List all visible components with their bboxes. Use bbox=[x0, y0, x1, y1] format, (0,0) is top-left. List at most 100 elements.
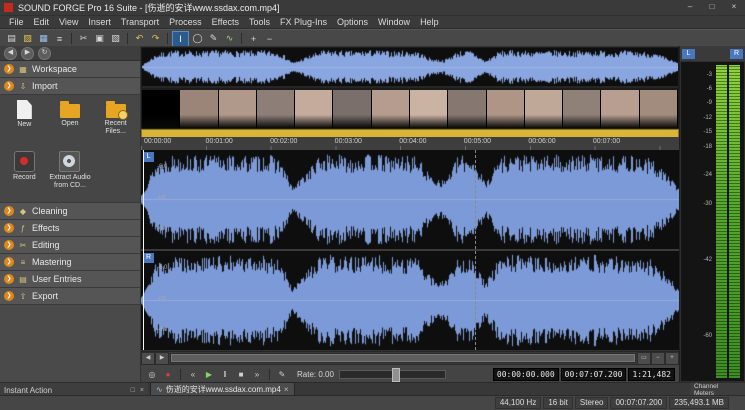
new-file-icon[interactable]: ▤ bbox=[4, 32, 19, 46]
rate-slider[interactable] bbox=[339, 370, 446, 379]
pencil-edit-button[interactable]: ✎ bbox=[275, 368, 289, 381]
video-frame bbox=[563, 90, 601, 128]
length-display: 1:21,482 bbox=[628, 368, 675, 381]
envelope-tool-icon[interactable]: ∿ bbox=[222, 32, 237, 46]
overview-waveform[interactable] bbox=[142, 48, 678, 86]
db-scale-label: -24 bbox=[703, 172, 712, 178]
sidebar-item-user-entries[interactable]: ❯ ▤ User Entries bbox=[0, 271, 140, 288]
import-open-button[interactable]: Open bbox=[48, 98, 93, 148]
play-button[interactable]: ▶ bbox=[202, 368, 216, 381]
channel-meters-panel: L R -3 -6 -9 -12 -15 -18 -24 -30 -42 -60 bbox=[679, 46, 745, 382]
menu-transport[interactable]: Transport bbox=[116, 17, 164, 27]
redo-icon[interactable]: ↷ bbox=[148, 32, 163, 46]
toolbar-separator bbox=[71, 33, 72, 44]
import-recent-files-button[interactable]: Recent Files... bbox=[93, 98, 138, 148]
stop-button[interactable]: ■ bbox=[234, 368, 248, 381]
zoom-out-icon[interactable]: − bbox=[262, 32, 277, 46]
menu-insert[interactable]: Insert bbox=[83, 17, 116, 27]
scroll-left-icon[interactable]: ◀ bbox=[141, 352, 155, 365]
maximize-button[interactable]: □ bbox=[701, 0, 723, 15]
forward-icon[interactable]: ▶ bbox=[21, 47, 34, 60]
zoom-out-time-icon[interactable]: − bbox=[651, 352, 665, 365]
import-extract-cd-button[interactable]: Extract Audio from CD... bbox=[48, 149, 93, 199]
refresh-icon[interactable]: ↻ bbox=[38, 47, 51, 60]
scroll-right-icon[interactable]: ▶ bbox=[155, 352, 169, 365]
ruler-tick: 00:00:00 bbox=[144, 138, 171, 145]
meter-bar-right bbox=[729, 65, 740, 378]
playback-cursor bbox=[143, 150, 144, 350]
menu-options[interactable]: Options bbox=[332, 17, 373, 27]
close-icon[interactable]: × bbox=[140, 387, 144, 394]
meter-right-badge[interactable]: R bbox=[730, 49, 743, 59]
channel-left[interactable]: L -6.0 -inf. -6.0 bbox=[141, 150, 679, 249]
cut-icon[interactable]: ✂ bbox=[76, 32, 91, 46]
db-label: -inf. bbox=[157, 296, 167, 302]
magnify-tool-icon[interactable]: ◯ bbox=[190, 32, 205, 46]
menu-help[interactable]: Help bbox=[415, 17, 444, 27]
overview-strip[interactable] bbox=[141, 47, 679, 89]
sidebar-item-effects[interactable]: ❯ ƒ Effects bbox=[0, 220, 140, 237]
close-button[interactable]: × bbox=[723, 0, 745, 15]
menu-tools[interactable]: Tools bbox=[244, 17, 275, 27]
waveform-right[interactable] bbox=[141, 251, 679, 350]
zoom-in-icon[interactable]: + bbox=[246, 32, 261, 46]
save-icon[interactable]: ▦ bbox=[36, 32, 51, 46]
db-scale-label: -12 bbox=[703, 115, 712, 121]
db-scale-label: -15 bbox=[703, 129, 712, 135]
effects-icon: ƒ bbox=[18, 224, 28, 233]
marker-line bbox=[475, 150, 476, 350]
document-tab[interactable]: ∿ 伤逝的安详www.ssdax.com.mp4 × bbox=[150, 382, 295, 396]
properties-icon[interactable]: ≡ bbox=[52, 32, 67, 46]
undo-icon[interactable]: ↶ bbox=[132, 32, 147, 46]
edit-tool-icon[interactable]: I bbox=[172, 31, 189, 47]
waveform-editor[interactable]: L -6.0 -inf. -6.0 R -6.0 -inf. -6.0 bbox=[141, 150, 679, 350]
rate-slider-thumb[interactable] bbox=[392, 368, 400, 382]
sidebar-item-import[interactable]: ❯ ⇩ Import bbox=[0, 78, 140, 95]
copy-icon[interactable]: ▣ bbox=[92, 32, 107, 46]
menu-edit[interactable]: Edit bbox=[29, 17, 55, 27]
video-frame bbox=[410, 90, 448, 128]
sidebar-item-workspace[interactable]: ❯ ▦ Workspace bbox=[0, 61, 140, 78]
tab-close-icon[interactable]: × bbox=[284, 385, 289, 394]
left-channel-badge[interactable]: L bbox=[143, 152, 154, 162]
menu-process[interactable]: Process bbox=[164, 17, 207, 27]
record-arm-button[interactable]: ◎ bbox=[145, 368, 159, 381]
menu-window[interactable]: Window bbox=[373, 17, 415, 27]
cd-icon bbox=[59, 151, 80, 172]
meter-left-badge[interactable]: L bbox=[682, 49, 695, 59]
video-timeline-strip[interactable] bbox=[141, 89, 679, 129]
waveform-left[interactable] bbox=[141, 150, 679, 249]
go-to-start-button[interactable]: « bbox=[186, 368, 200, 381]
zoom-selection-icon[interactable]: ▭ bbox=[637, 352, 651, 365]
scrollbar-thumb[interactable] bbox=[171, 354, 635, 362]
video-frame bbox=[487, 90, 525, 128]
menu-effects[interactable]: Effects bbox=[207, 17, 244, 27]
expand-arrow-icon: ❯ bbox=[4, 64, 14, 74]
zoom-in-time-icon[interactable]: + bbox=[665, 352, 679, 365]
sidebar-item-export[interactable]: ❯ ⇧ Export bbox=[0, 288, 140, 305]
go-to-end-button[interactable]: » bbox=[250, 368, 264, 381]
time-ruler[interactable]: 00:00:00 00:01:00 00:02:00 00:03:00 00:0… bbox=[141, 137, 679, 151]
sidebar-item-cleaning[interactable]: ❯ ◆ Cleaning bbox=[0, 203, 140, 220]
right-channel-badge[interactable]: R bbox=[143, 253, 154, 263]
pin-icon[interactable]: □ bbox=[131, 387, 135, 394]
channel-right[interactable]: R -6.0 -inf. -6.0 bbox=[141, 251, 679, 350]
pencil-tool-icon[interactable]: ✎ bbox=[206, 32, 221, 46]
minimize-button[interactable]: – bbox=[679, 0, 701, 15]
open-file-icon[interactable]: ▨ bbox=[20, 32, 35, 46]
db-scale-label: -42 bbox=[703, 257, 712, 263]
menu-view[interactable]: View bbox=[54, 17, 83, 27]
pause-button[interactable]: ‖ bbox=[218, 368, 232, 381]
menu-fx-plugins[interactable]: FX Plug-Ins bbox=[275, 17, 332, 27]
file-length-field: 00:07:07.200 bbox=[610, 397, 667, 409]
paste-icon[interactable]: ▧ bbox=[108, 32, 123, 46]
sidebar-item-mastering[interactable]: ❯ ≡ Mastering bbox=[0, 254, 140, 271]
import-new-button[interactable]: New bbox=[2, 98, 47, 148]
menu-file[interactable]: File bbox=[4, 17, 29, 27]
record-button[interactable]: ● bbox=[161, 368, 175, 381]
scrollbar-track[interactable] bbox=[170, 353, 636, 363]
import-record-button[interactable]: Record bbox=[2, 149, 47, 199]
sidebar-item-editing[interactable]: ❯ ✂ Editing bbox=[0, 237, 140, 254]
back-icon[interactable]: ◀ bbox=[4, 47, 17, 60]
ruler-tick: 00:02:00 bbox=[270, 138, 297, 145]
